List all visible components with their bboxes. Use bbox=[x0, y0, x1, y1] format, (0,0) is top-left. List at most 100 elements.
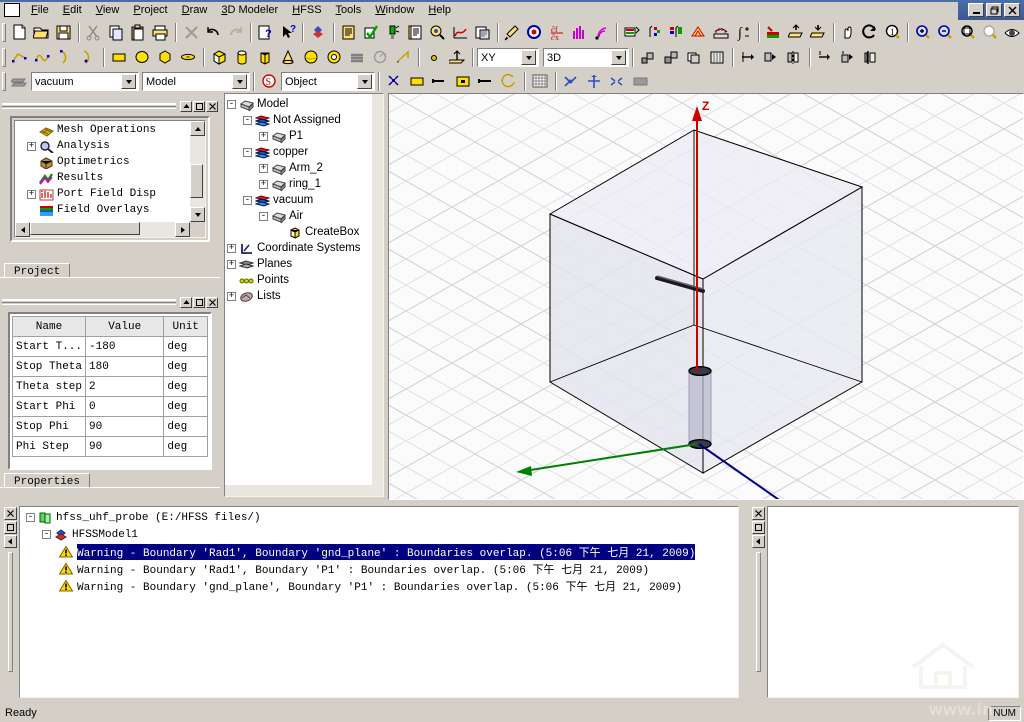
tree-expander[interactable]: - bbox=[243, 147, 252, 157]
new-document-icon[interactable] bbox=[8, 22, 30, 44]
tree-expander[interactable]: - bbox=[42, 530, 51, 539]
3d-modeler-viewport[interactable]: Z Y bbox=[388, 93, 1024, 500]
chevron-down-icon[interactable] bbox=[521, 50, 536, 65]
progress-window-grip[interactable] bbox=[755, 552, 761, 672]
progress-close-button[interactable] bbox=[751, 507, 765, 520]
draw-spiral-icon[interactable] bbox=[392, 47, 415, 69]
solution-data-icon[interactable] bbox=[427, 22, 449, 44]
model-tree-vscrollbar[interactable] bbox=[372, 94, 383, 485]
cut-scissors-icon[interactable] bbox=[83, 22, 105, 44]
property-unit[interactable]: deg bbox=[163, 436, 208, 457]
project-manager-icon[interactable] bbox=[338, 22, 360, 44]
context-help-icon[interactable]: ? bbox=[255, 22, 277, 44]
paste-icon[interactable] bbox=[127, 22, 149, 44]
menu-file[interactable]: File bbox=[24, 2, 56, 18]
draw-circle-icon[interactable] bbox=[154, 47, 177, 69]
object-mode-icon[interactable] bbox=[452, 71, 475, 93]
tree-expander[interactable]: - bbox=[227, 99, 236, 109]
redo-icon[interactable] bbox=[224, 22, 246, 44]
project-tree-item[interactable]: + Analysis bbox=[17, 138, 190, 154]
analyze-all-icon[interactable] bbox=[382, 22, 404, 44]
progress-collapse-button[interactable] bbox=[751, 535, 765, 548]
zoom-window-icon[interactable] bbox=[957, 22, 979, 44]
mirror-object-icon[interactable] bbox=[783, 47, 806, 69]
report-icon[interactable] bbox=[471, 22, 493, 44]
solve-inside-icon[interactable]: S bbox=[258, 71, 281, 93]
menu-view[interactable]: View bbox=[89, 2, 127, 18]
model-tree-item[interactable]: - Model bbox=[227, 96, 372, 112]
properties-row[interactable]: Phi Step 90 deg bbox=[11, 436, 208, 457]
model-tree-item[interactable]: - copper bbox=[227, 144, 372, 160]
duplicate-along-line-icon[interactable] bbox=[683, 47, 706, 69]
rotate-object-icon[interactable] bbox=[760, 47, 783, 69]
draw-cone-icon[interactable] bbox=[277, 47, 300, 69]
model-tree-item[interactable]: + Arm_2 bbox=[227, 160, 372, 176]
model-tree-item[interactable]: - Air bbox=[227, 208, 372, 224]
duplicate-around-axis-icon[interactable] bbox=[660, 47, 683, 69]
snap-edge-center-icon[interactable] bbox=[583, 71, 606, 93]
property-unit[interactable]: deg bbox=[163, 416, 208, 437]
model-tree-item[interactable]: + Coordinate Systems bbox=[227, 240, 372, 256]
scroll-thumb[interactable] bbox=[190, 164, 203, 198]
property-value[interactable]: 90 bbox=[85, 436, 165, 457]
copy-icon[interactable] bbox=[105, 22, 127, 44]
menu-project[interactable]: Project bbox=[126, 2, 174, 18]
progress-list[interactable] bbox=[768, 507, 1018, 697]
scale-icon[interactable] bbox=[837, 47, 860, 69]
draw-bondwire-icon[interactable] bbox=[369, 47, 392, 69]
zoom-in-icon[interactable] bbox=[912, 22, 934, 44]
material-swatch-icon[interactable] bbox=[8, 71, 31, 93]
panel-close-button[interactable] bbox=[206, 100, 218, 112]
panel-drag-grip[interactable] bbox=[2, 298, 176, 306]
plot-results-icon[interactable] bbox=[449, 22, 471, 44]
model-type-combo[interactable]: Model bbox=[142, 72, 250, 91]
properties-row[interactable]: Start Phi 0 deg bbox=[11, 396, 208, 417]
tree-expander[interactable]: + bbox=[227, 291, 236, 301]
ansoft-desktop-icon[interactable] bbox=[307, 22, 329, 44]
mesh-operation-icon[interactable] bbox=[688, 22, 710, 44]
field-overlay-icon[interactable] bbox=[710, 22, 732, 44]
boundary-display-icon[interactable] bbox=[763, 22, 785, 44]
panel-float-button[interactable] bbox=[193, 100, 205, 112]
draw-plane-icon[interactable] bbox=[446, 47, 469, 69]
property-value[interactable]: 2 bbox=[85, 376, 165, 397]
model-tree-item[interactable]: + Lists bbox=[227, 288, 372, 304]
model-tree-hscrollbar[interactable] bbox=[225, 485, 383, 496]
model-tree-item[interactable]: + Planes bbox=[227, 256, 372, 272]
object-select-combo[interactable]: Object bbox=[281, 72, 375, 91]
plot-fields-top-icon[interactable] bbox=[785, 22, 807, 44]
select-all-icon[interactable] bbox=[475, 71, 498, 93]
property-unit[interactable]: deg bbox=[163, 396, 208, 417]
menu-draw[interactable]: Draw bbox=[175, 2, 215, 18]
scroll-track[interactable] bbox=[30, 222, 175, 237]
properties-row[interactable]: Theta step 2 deg bbox=[11, 376, 208, 397]
chevron-down-icon[interactable] bbox=[121, 74, 136, 89]
save-disk-icon[interactable] bbox=[53, 22, 75, 44]
property-unit[interactable]: deg bbox=[163, 376, 208, 397]
edge-select-icon[interactable] bbox=[429, 71, 452, 93]
model-tree-item[interactable]: - Not Assigned bbox=[227, 112, 372, 128]
tree-expander[interactable]: + bbox=[27, 189, 36, 199]
print-icon[interactable] bbox=[150, 22, 172, 44]
integral-icon[interactable]: ∫ bbox=[732, 22, 754, 44]
project-tree-vscrollbar[interactable] bbox=[190, 121, 205, 222]
rotate-icon[interactable] bbox=[860, 22, 882, 44]
draw-cylinder-icon[interactable] bbox=[231, 47, 254, 69]
fit-all-icon[interactable]: 1 bbox=[882, 22, 904, 44]
tree-expander[interactable]: - bbox=[243, 195, 252, 205]
chevron-down-icon[interactable] bbox=[357, 74, 372, 89]
draw-line-icon[interactable] bbox=[8, 47, 31, 69]
face-select-icon[interactable] bbox=[406, 71, 429, 93]
project-tree-item[interactable]: Field Overlays bbox=[17, 202, 190, 218]
project-tree-hscrollbar[interactable] bbox=[15, 222, 205, 237]
design-properties-icon[interactable] bbox=[404, 22, 426, 44]
project-tree[interactable]: Mesh Operations + Analysis Optimetrics Resul… bbox=[15, 121, 190, 222]
tree-expander[interactable]: + bbox=[227, 259, 236, 269]
property-unit[interactable]: deg bbox=[163, 356, 208, 377]
material-assign-icon[interactable] bbox=[621, 22, 643, 44]
menu-edit[interactable]: Edit bbox=[56, 2, 89, 18]
snap-face-center-icon[interactable] bbox=[606, 71, 629, 93]
tree-expander[interactable]: + bbox=[259, 179, 268, 189]
snap-vertex-icon[interactable] bbox=[560, 71, 583, 93]
boundary-assign-icon[interactable] bbox=[643, 22, 665, 44]
